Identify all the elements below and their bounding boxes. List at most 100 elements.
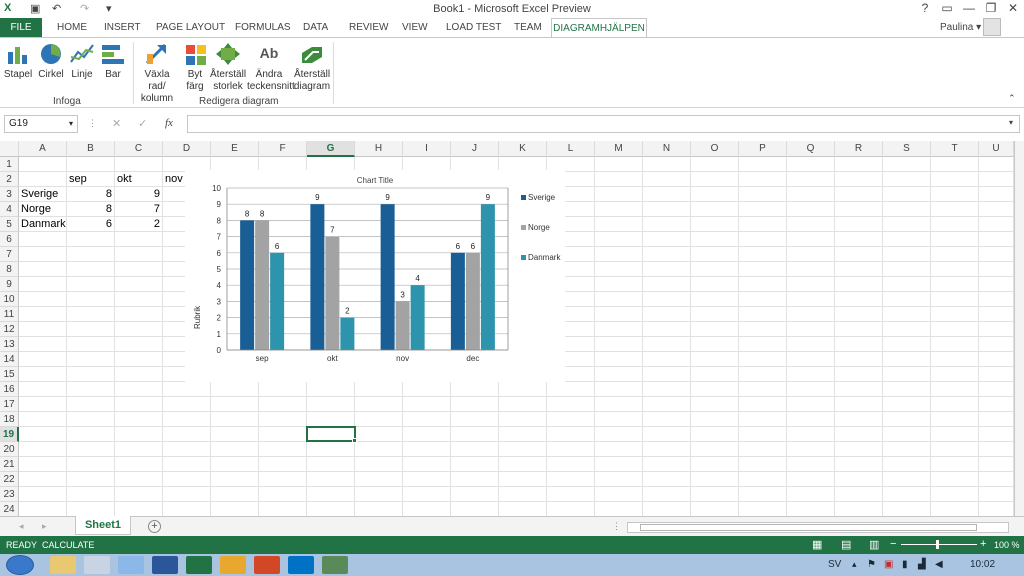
- language-indicator[interactable]: SV: [828, 559, 841, 570]
- reset-size-button[interactable]: Återställ storlek: [209, 42, 247, 93]
- y-tick-label-0[interactable]: 0: [217, 346, 222, 355]
- explorer-icon[interactable]: [50, 556, 76, 574]
- network-icon[interactable]: ▣: [884, 559, 893, 570]
- cell-c2[interactable]: okt: [117, 172, 160, 187]
- zoom-level[interactable]: 100 %: [994, 540, 1020, 550]
- cell-a5[interactable]: Danmark: [21, 217, 66, 232]
- row-header-24[interactable]: 24: [0, 502, 19, 517]
- legend-label-norge[interactable]: Norge: [528, 223, 550, 232]
- row-header-21[interactable]: 21: [0, 457, 19, 472]
- cancel-icon[interactable]: ✕: [112, 117, 121, 130]
- y-tick-label-6[interactable]: 6: [217, 249, 222, 258]
- data-label-norge-okt[interactable]: 7: [330, 226, 335, 235]
- tab-formulas[interactable]: FORMULAS: [235, 22, 291, 33]
- data-label-norge-nov[interactable]: 3: [400, 290, 405, 299]
- row-header-17[interactable]: 17: [0, 397, 19, 412]
- row-header-16[interactable]: 16: [0, 382, 19, 397]
- y-tick-label-10[interactable]: 10: [212, 184, 221, 193]
- legend-label-sverige[interactable]: Sverige: [528, 193, 556, 202]
- expand-formula-icon[interactable]: ▾: [1009, 118, 1013, 127]
- row-header-3[interactable]: 3: [0, 187, 19, 202]
- column-header-j[interactable]: J: [451, 141, 499, 157]
- tab-diagramhjalpen[interactable]: DIAGRAMHJÄLPEN: [551, 18, 647, 38]
- bar-sverige-dec[interactable]: [450, 252, 465, 350]
- cell-c3[interactable]: 9: [117, 187, 160, 202]
- data-label-sverige-sep[interactable]: 8: [245, 209, 250, 218]
- bar-sverige-okt[interactable]: [310, 204, 325, 350]
- column-header-g[interactable]: G: [307, 141, 355, 157]
- x-tick-label-dec[interactable]: dec: [466, 354, 479, 363]
- bar-button[interactable]: Bar: [100, 42, 126, 81]
- cell-c5[interactable]: 2: [117, 217, 160, 232]
- y-axis-title[interactable]: Rubrik: [193, 305, 202, 329]
- linje-button[interactable]: Linje: [68, 42, 96, 81]
- column-header-o[interactable]: O: [691, 141, 739, 157]
- clock[interactable]: 10:02: [970, 559, 995, 570]
- avatar[interactable]: [983, 18, 1001, 36]
- document-icon[interactable]: [84, 556, 110, 574]
- column-header-d[interactable]: D: [163, 141, 211, 157]
- column-header-b[interactable]: B: [67, 141, 115, 157]
- change-font-button[interactable]: Ab Ändra teckensnitt: [247, 42, 295, 93]
- row-header-5[interactable]: 5: [0, 217, 19, 232]
- x-tick-label-nov[interactable]: nov: [396, 354, 409, 363]
- row-header-11[interactable]: 11: [0, 307, 19, 322]
- tab-load-test[interactable]: LOAD TEST: [446, 22, 501, 33]
- tab-view[interactable]: VIEW: [402, 22, 428, 33]
- cell-b4[interactable]: 8: [69, 202, 112, 217]
- cirkel-button[interactable]: Cirkel: [36, 42, 66, 81]
- row-header-4[interactable]: 4: [0, 202, 19, 217]
- signal-icon[interactable]: ▟: [918, 559, 926, 570]
- fill-handle[interactable]: [352, 438, 357, 443]
- bar-sverige-sep[interactable]: [240, 220, 255, 350]
- restore-button[interactable]: ❐: [980, 1, 1002, 15]
- row-header-10[interactable]: 10: [0, 292, 19, 307]
- project-icon[interactable]: [322, 556, 348, 574]
- legend-swatch-sverige[interactable]: [521, 195, 526, 200]
- data-label-danmark-nov[interactable]: 4: [415, 274, 420, 283]
- column-header-k[interactable]: K: [499, 141, 547, 157]
- stapel-button[interactable]: Stapel: [3, 42, 33, 81]
- column-header-u[interactable]: U: [979, 141, 1014, 157]
- zoom-slider[interactable]: [901, 544, 977, 545]
- scroll-left-icon[interactable]: ◂: [19, 521, 24, 532]
- sheet-tab-sheet1[interactable]: Sheet1: [75, 516, 131, 535]
- data-label-norge-dec[interactable]: 6: [471, 242, 476, 251]
- user-name[interactable]: Paulina ▾: [940, 22, 981, 33]
- battery-icon[interactable]: ▮: [902, 559, 908, 570]
- data-label-danmark-sep[interactable]: 6: [275, 242, 280, 251]
- row-header-23[interactable]: 23: [0, 487, 19, 502]
- legend-swatch-danmark[interactable]: [521, 255, 526, 260]
- tab-insert[interactable]: INSERT: [104, 22, 141, 33]
- data-label-sverige-nov[interactable]: 9: [385, 193, 390, 202]
- flag-icon[interactable]: ⚑: [867, 559, 876, 570]
- column-header-f[interactable]: F: [259, 141, 307, 157]
- column-header-h[interactable]: H: [355, 141, 403, 157]
- column-header-m[interactable]: M: [595, 141, 643, 157]
- column-header-c[interactable]: C: [115, 141, 163, 157]
- row-header-6[interactable]: 6: [0, 232, 19, 247]
- legend-label-danmark[interactable]: Danmark: [528, 253, 561, 262]
- horizontal-scrollbar[interactable]: [627, 522, 1009, 533]
- scroll-right-icon[interactable]: ▸: [42, 521, 47, 532]
- tab-file[interactable]: FILE: [0, 18, 42, 38]
- bar-norge-sep[interactable]: [255, 220, 270, 350]
- ribbon-display-icon[interactable]: ▭: [936, 1, 958, 15]
- row-header-9[interactable]: 9: [0, 277, 19, 292]
- normal-view-icon[interactable]: ▦: [812, 538, 822, 551]
- data-label-danmark-okt[interactable]: 2: [345, 307, 350, 316]
- tab-page-layout[interactable]: PAGE LAYOUT: [156, 22, 225, 33]
- row-header-12[interactable]: 12: [0, 322, 19, 337]
- cell-a4[interactable]: Norge: [21, 202, 64, 217]
- name-box[interactable]: G19 ▾: [4, 115, 78, 133]
- app-icon[interactable]: [220, 556, 246, 574]
- tab-home[interactable]: HOME: [57, 22, 87, 33]
- legend-swatch-norge[interactable]: [521, 225, 526, 230]
- row-header-14[interactable]: 14: [0, 352, 19, 367]
- y-tick-label-7[interactable]: 7: [217, 233, 222, 242]
- row-header-15[interactable]: 15: [0, 367, 19, 382]
- column-header-r[interactable]: R: [835, 141, 883, 157]
- bar-danmark-okt[interactable]: [340, 317, 355, 350]
- cell-b3[interactable]: 8: [69, 187, 112, 202]
- zoom-slider-thumb[interactable]: [936, 540, 939, 549]
